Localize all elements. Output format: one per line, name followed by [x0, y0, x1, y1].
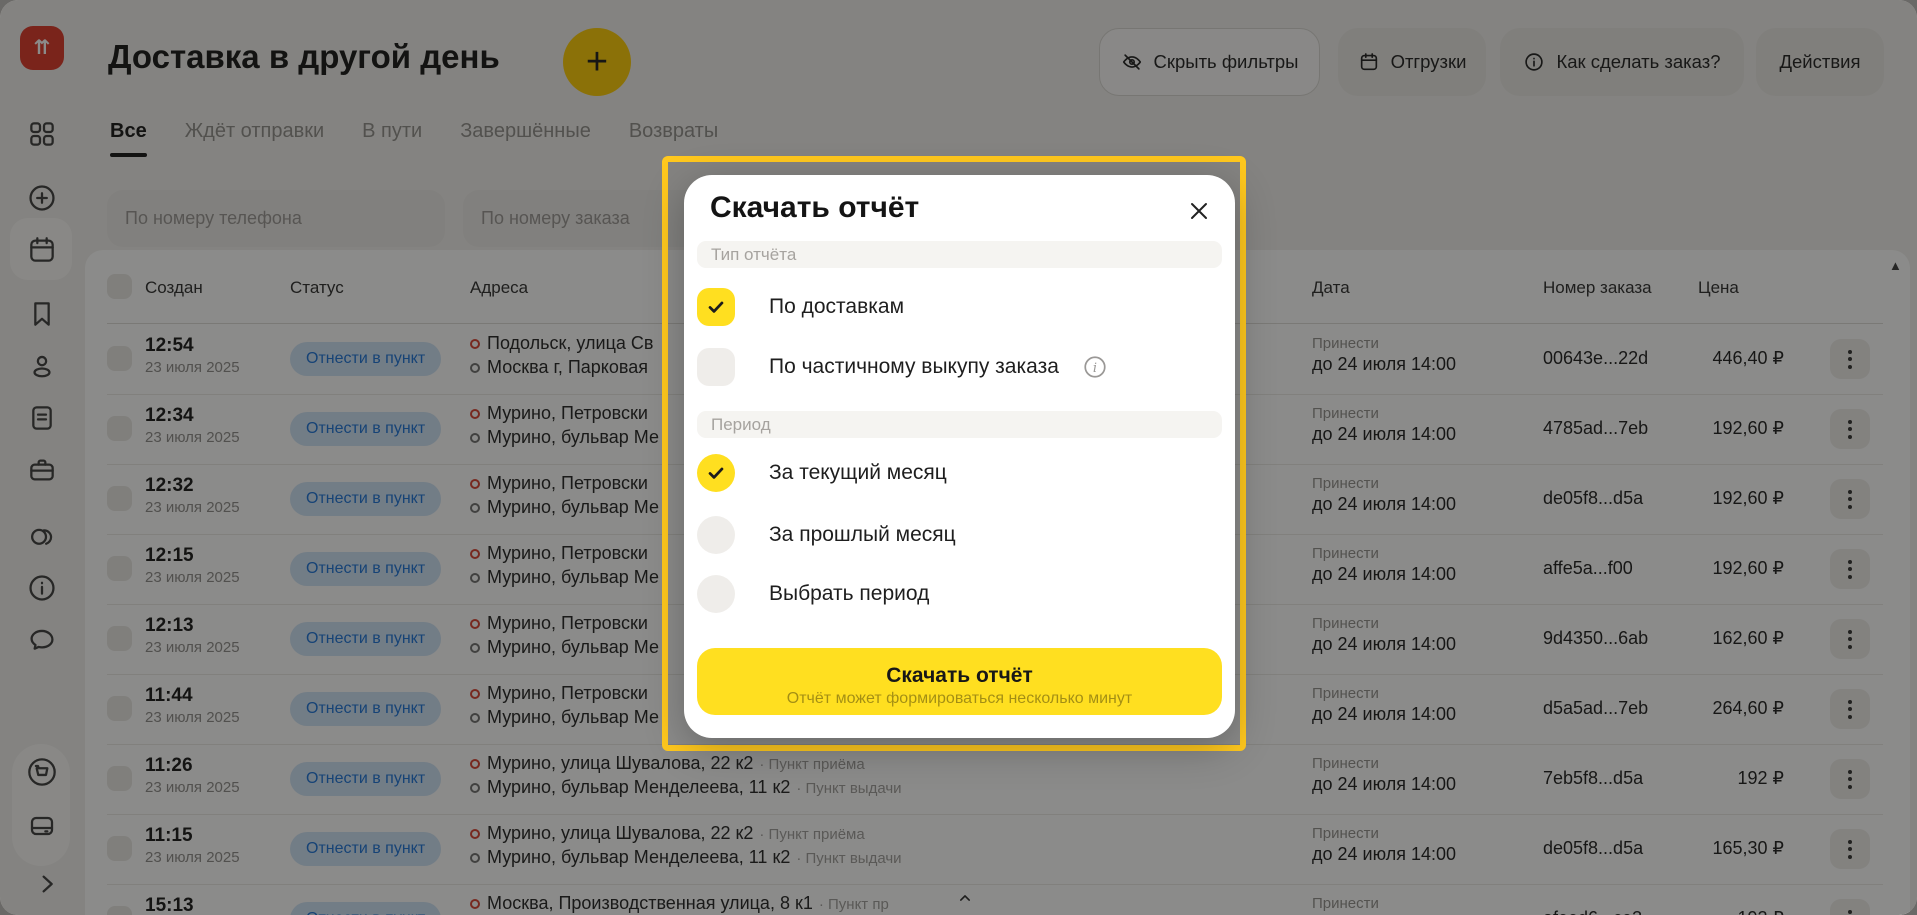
download-report-label: Скачать отчёт	[697, 664, 1222, 688]
svg-text:i: i	[1093, 361, 1097, 376]
option-label: По частичному выкупу заказа	[769, 348, 1059, 386]
checkbox-unchecked[interactable]	[697, 348, 735, 386]
radio-unchecked[interactable]	[697, 516, 735, 554]
download-report-hint: Отчёт может формироваться несколько мину…	[697, 690, 1222, 708]
option-custom-period[interactable]: Выбрать период	[697, 575, 1222, 613]
check-icon	[705, 462, 727, 484]
check-icon	[705, 296, 727, 318]
modal-title: Скачать отчёт	[710, 191, 919, 225]
checkbox-checked[interactable]	[697, 288, 735, 326]
radio-checked[interactable]	[697, 454, 735, 492]
info-circle-icon[interactable]: i	[1082, 354, 1108, 380]
option-current-month[interactable]: За текущий месяц	[697, 454, 1222, 492]
download-report-modal: Скачать отчёт Тип отчёта По доставкам По…	[684, 175, 1235, 738]
download-report-button[interactable]: Скачать отчёт Отчёт может формироваться …	[697, 648, 1222, 715]
option-by-deliveries[interactable]: По доставкам	[697, 288, 1222, 326]
close-icon[interactable]	[1187, 199, 1211, 223]
option-label: Выбрать период	[769, 575, 929, 613]
option-partial-buyout[interactable]: По частичному выкупу заказа i	[697, 348, 1222, 386]
period-section-label: Период	[697, 411, 1222, 438]
report-type-section-label: Тип отчёта	[697, 241, 1222, 268]
radio-unchecked[interactable]	[697, 575, 735, 613]
app-window: ⇈ Доставка в другой день + Скрыть фильтр…	[0, 0, 1917, 915]
option-label: По доставкам	[769, 288, 904, 326]
option-previous-month[interactable]: За прошлый месяц	[697, 516, 1222, 554]
option-label: За текущий месяц	[769, 454, 947, 492]
option-label: За прошлый месяц	[769, 516, 956, 554]
